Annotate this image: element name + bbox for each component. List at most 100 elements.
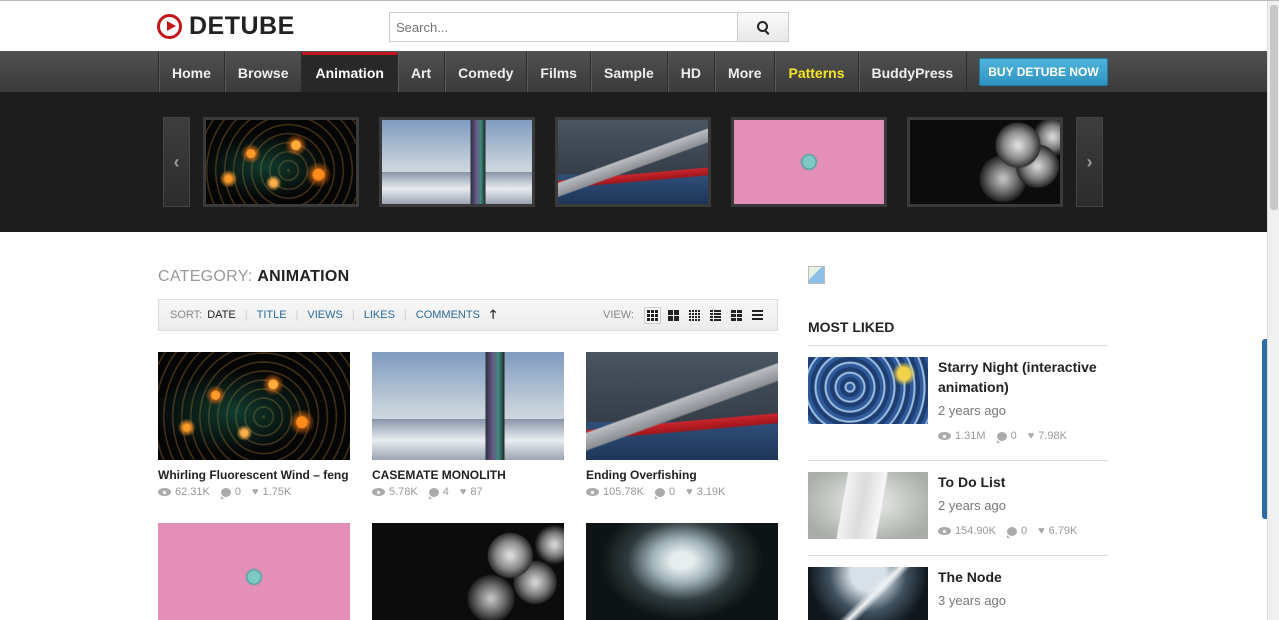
most-liked-body: To Do List 2 years ago 154.90K 0 ♥ 6.79K	[938, 472, 1108, 538]
most-liked-body: The Node 3 years ago	[938, 567, 1108, 608]
sort-title[interactable]: TITLE	[257, 309, 287, 321]
heart-icon: ♥	[1027, 429, 1035, 442]
video-item	[586, 523, 778, 620]
most-liked-thumbnail[interactable]	[808, 472, 928, 539]
most-liked-title[interactable]: The Node	[938, 567, 1108, 587]
video-item: CASEMATE MONOLITH 5.78K 4 ♥ 87	[372, 352, 564, 499]
category-title: CATEGORY: ANIMATION	[158, 268, 350, 286]
heart-icon: ♥	[459, 485, 467, 498]
video-thumbnail[interactable]	[158, 352, 350, 460]
eye-icon	[372, 488, 385, 496]
view-label: VIEW:	[603, 309, 634, 321]
comments-count: 0	[1010, 430, 1017, 442]
sort-comments[interactable]: COMMENTS	[416, 309, 480, 321]
sort-date[interactable]: DATE	[207, 309, 236, 321]
video-thumbnail[interactable]	[586, 523, 778, 620]
carousel-thumb[interactable]	[731, 117, 887, 207]
most-liked-body: Starry Night (interactive animation) 2 y…	[938, 357, 1108, 443]
page: DETUBE Home Browse Animation Art Comedy …	[0, 0, 1279, 620]
comments-count: 4	[442, 486, 449, 498]
nav-item-home[interactable]: Home	[159, 52, 225, 93]
views-count: 1.31M	[955, 430, 986, 442]
nav-item-films[interactable]: Films	[527, 52, 591, 93]
view-list-icon[interactable]	[749, 307, 766, 324]
video-thumbnail[interactable]	[158, 523, 350, 620]
video-thumbnail[interactable]	[372, 523, 564, 620]
most-liked-date: 2 years ago	[938, 403, 1006, 418]
most-liked-title[interactable]: Starry Night (interactive animation)	[938, 357, 1108, 397]
nav-item-animation[interactable]: Animation	[302, 52, 398, 93]
divider	[808, 555, 1108, 556]
eye-icon	[938, 432, 951, 440]
video-stats: 5.78K 4 ♥ 87	[372, 485, 564, 499]
search-input[interactable]	[389, 12, 737, 42]
main-nav: Home Browse Animation Art Comedy Films S…	[0, 51, 1279, 93]
chevron-left-icon: ‹	[173, 151, 180, 172]
carousel-prev-button[interactable]: ‹	[163, 117, 190, 207]
video-thumbnail[interactable]	[372, 352, 564, 460]
video-title[interactable]: CASEMATE MONOLITH	[372, 468, 564, 482]
views-count: 154.90K	[955, 525, 996, 537]
view-list-medium-icon[interactable]	[728, 307, 745, 324]
sort-likes[interactable]: LIKES	[364, 309, 395, 321]
view-grid-medium-icon[interactable]	[644, 306, 661, 324]
most-liked-date: 3 years ago	[938, 593, 1006, 608]
views-count: 105.78K	[603, 486, 644, 498]
carousel-next-button[interactable]: ›	[1076, 117, 1103, 207]
most-liked-stats: 154.90K 0 ♥ 6.79K	[938, 524, 1108, 538]
comment-icon	[1006, 526, 1017, 538]
likes-count: 1.75K	[262, 486, 292, 498]
nav-item-patterns[interactable]: Patterns	[775, 52, 859, 93]
video-thumbnail[interactable]	[586, 352, 778, 460]
site-header: DETUBE	[0, 1, 1279, 51]
heart-icon: ♥	[686, 485, 693, 498]
eye-icon	[938, 527, 951, 535]
nav-item-buddypress[interactable]: BuddyPress	[859, 52, 968, 93]
featured-carousel: ‹ ›	[0, 92, 1279, 232]
most-liked-stats: 1.31M 0 ♥ 7.98K	[938, 429, 1108, 443]
most-liked-heading: MOST LIKED	[808, 319, 895, 335]
comment-icon	[428, 487, 439, 499]
nav-item-hd[interactable]: HD	[668, 52, 716, 93]
most-liked-thumbnail[interactable]	[808, 567, 928, 620]
search-form	[389, 12, 789, 42]
most-liked-thumbnail[interactable]	[808, 357, 928, 424]
search-button[interactable]	[737, 12, 789, 42]
likes-count: 87	[470, 486, 483, 498]
heart-icon: ♥	[1038, 524, 1045, 537]
site-logo[interactable]: DETUBE	[157, 11, 295, 41]
view-grid-large-icon[interactable]	[665, 307, 682, 324]
nav-menu: Home Browse Animation Art Comedy Films S…	[158, 52, 968, 93]
buy-detube-button[interactable]: BUY DETUBE NOW	[979, 58, 1108, 86]
heart-icon: ♥	[252, 485, 259, 498]
carousel-thumb[interactable]	[203, 117, 359, 207]
video-title[interactable]: Whirling Fluorescent Wind – feng	[158, 468, 350, 482]
sort-direction-icon[interactable]: 🡑	[490, 305, 496, 326]
carousel-thumb[interactable]	[379, 117, 535, 207]
comments-count: 0	[668, 486, 676, 498]
scrollbar-thumb[interactable]	[1270, 5, 1278, 210]
eye-icon	[158, 488, 171, 496]
carousel-thumb[interactable]	[907, 117, 1063, 207]
likes-count: 6.79K	[1048, 525, 1078, 537]
category-name: ANIMATION	[257, 268, 350, 285]
logo-text: DETUBE	[189, 11, 295, 40]
nav-item-art[interactable]: Art	[398, 52, 446, 93]
nav-item-more[interactable]: More	[715, 52, 776, 93]
video-item	[158, 523, 350, 620]
comments-count: 0	[234, 486, 241, 498]
carousel-thumb[interactable]	[555, 117, 711, 207]
view-list-small-icon[interactable]	[707, 307, 724, 324]
nav-item-browse[interactable]: Browse	[225, 52, 303, 93]
view-grid-small-icon[interactable]	[686, 307, 703, 324]
most-liked-title[interactable]: To Do List	[938, 472, 1108, 492]
divider	[808, 460, 1108, 461]
nav-item-sample[interactable]: Sample	[591, 52, 668, 93]
comment-icon	[220, 487, 231, 499]
page-scrollbar[interactable]	[1267, 1, 1279, 620]
eye-icon	[586, 488, 599, 496]
video-title[interactable]: Ending Overfishing	[586, 468, 778, 482]
most-liked-item: To Do List 2 years ago 154.90K 0 ♥ 6.79K	[808, 472, 1108, 556]
sort-views[interactable]: VIEWS	[307, 309, 342, 321]
nav-item-comedy[interactable]: Comedy	[445, 52, 528, 93]
